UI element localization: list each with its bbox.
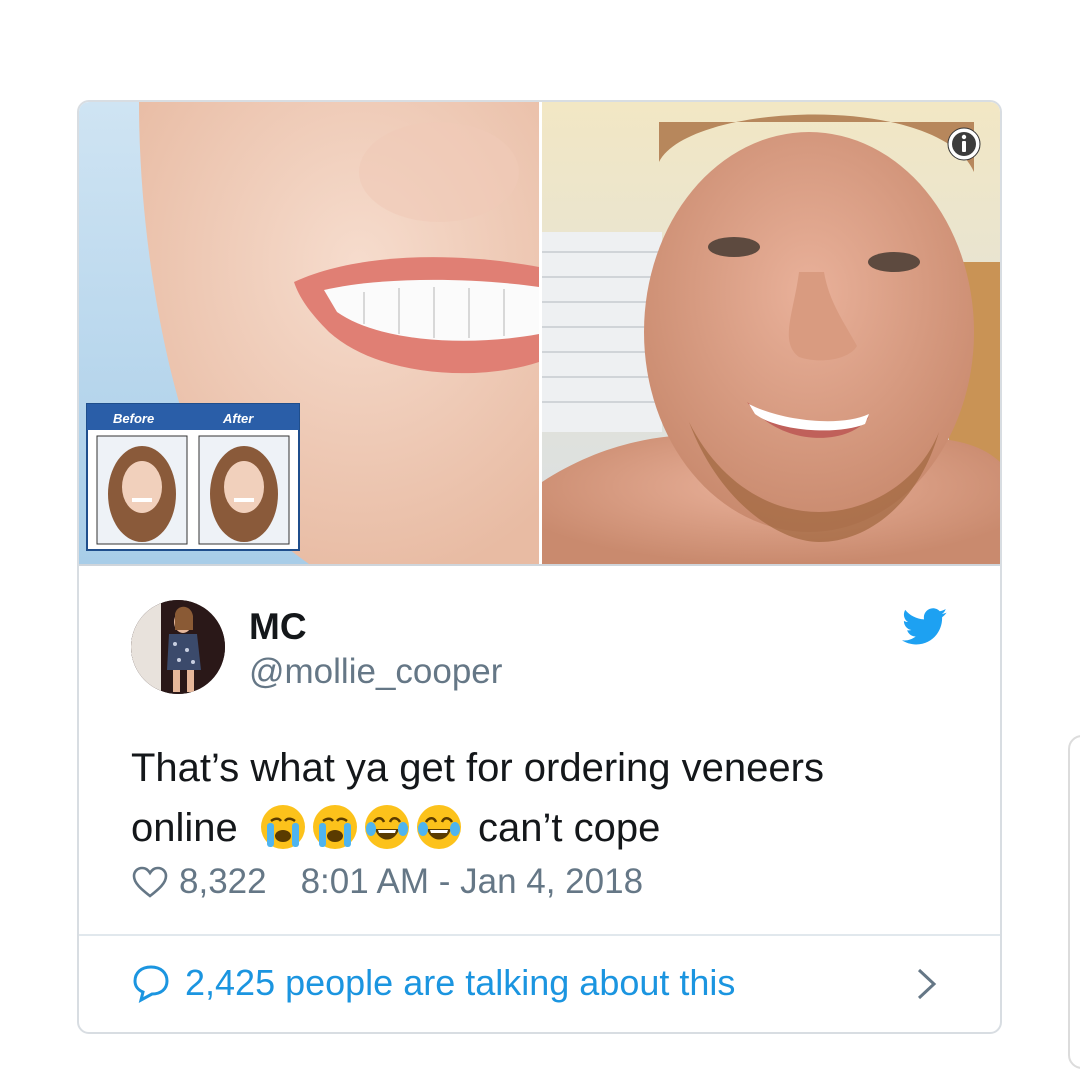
inset-before-label: Before — [113, 411, 154, 426]
inset-after-label: After — [222, 411, 254, 426]
tweet-text-line-1: That’s what ya get for ordering veneers — [131, 746, 824, 790]
avatar[interactable] — [131, 600, 225, 694]
media-divider — [79, 564, 1000, 566]
like-count[interactable]: 8,322 — [179, 862, 267, 902]
author-name[interactable]: MC — [249, 606, 307, 648]
right-photo — [542, 102, 1000, 564]
talking-about-link[interactable]: 2,425 people are talking about this — [131, 958, 951, 1008]
tweet-timestamp[interactable]: 8:01 AM - Jan 4, 2018 — [301, 862, 643, 902]
tweet-meta: 8,322 8:01 AM - Jan 4, 2018 — [131, 860, 643, 904]
speech-bubble-icon — [133, 965, 169, 1003]
author-handle[interactable]: @mollie_cooper — [249, 652, 502, 692]
chevron-right-icon[interactable] — [914, 964, 940, 1004]
twitter-bird-icon[interactable] — [902, 608, 948, 646]
loudly-crying-face-icon — [260, 805, 305, 849]
tweet-text-line-2: online can’t cope — [131, 798, 971, 858]
loudly-crying-face-icon — [312, 805, 357, 849]
face-with-tears-of-joy-icon — [364, 805, 409, 849]
tweet-text: That’s what ya get for ordering veneers … — [131, 738, 971, 858]
footer-divider — [79, 934, 1000, 936]
tweet-text-online: online — [131, 806, 238, 850]
talking-about-text: 2,425 people are talking about this — [185, 962, 736, 1003]
info-icon[interactable] — [946, 126, 982, 162]
scroll-edge — [1068, 735, 1080, 1069]
heart-icon[interactable] — [131, 865, 169, 899]
tweet-media[interactable]: Before After — [79, 102, 1000, 564]
left-photo: Before After — [79, 102, 539, 564]
tweet-text-cant-cope: can’t cope — [478, 806, 661, 850]
tweet-author: MC @mollie_cooper — [131, 600, 951, 700]
face-with-tears-of-joy-icon — [416, 805, 461, 849]
media-photos: Before After — [79, 102, 1000, 564]
tweet-card[interactable]: Before After MC @mollie_cooper That’s wh… — [77, 100, 1002, 1034]
